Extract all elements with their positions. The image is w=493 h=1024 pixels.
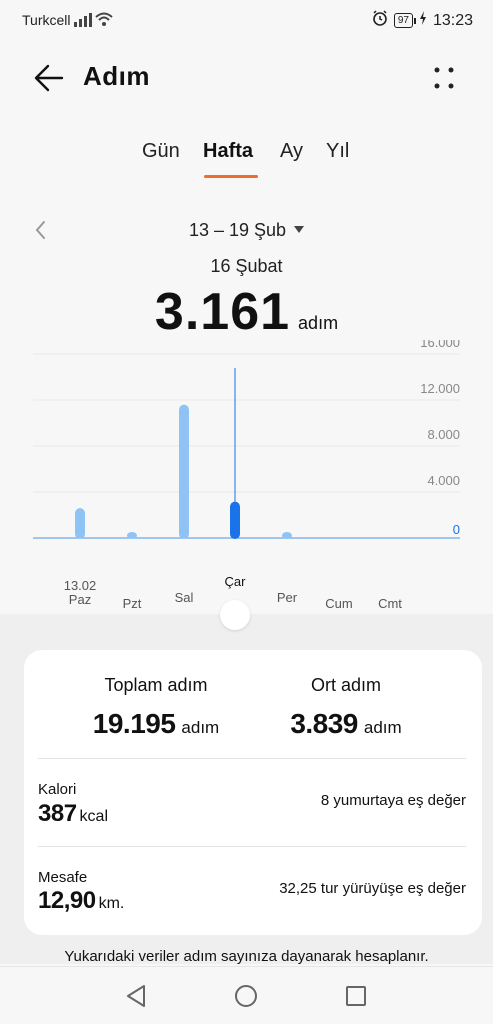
x-category-label[interactable]: Çar <box>225 574 247 589</box>
charging-icon <box>419 11 427 30</box>
average-steps-label: Ort adım <box>310 675 381 695</box>
x-category-label[interactable]: Per <box>277 590 298 605</box>
page-title: Adım <box>83 61 150 91</box>
x-category-label[interactable]: Cum <box>325 596 352 611</box>
y-tick-label: 8.000 <box>427 427 460 442</box>
more-options-button[interactable] <box>431 64 459 92</box>
y-tick-label: 16.000 <box>420 340 460 350</box>
nav-home-button[interactable] <box>233 983 259 1009</box>
wifi-icon <box>95 12 113 26</box>
recents-square-icon <box>346 986 366 1006</box>
summary-card: Toplam adım 19.195 adım Ort adım 3.839 adı… <box>24 650 482 935</box>
signal-icon <box>74 11 116 30</box>
distance-equivalent: 32,25 tur yürüyüşe eş değer <box>279 880 466 897</box>
y-tick-label: 0 <box>453 522 460 537</box>
battery-icon: 97 <box>393 13 417 28</box>
nav-back-button[interactable] <box>124 983 150 1009</box>
x-category-label[interactable]: Sal <box>175 590 194 605</box>
tab-month[interactable]: Ay <box>280 140 303 163</box>
chart-bar[interactable] <box>75 508 85 539</box>
date-range-selector[interactable]: 13 – 19 Şub <box>188 220 305 240</box>
system-nav-bar <box>0 966 493 1024</box>
distance-unit: km. <box>98 895 125 912</box>
average-steps-unit: adım <box>363 718 402 737</box>
selected-step-count: 3.161 adım <box>0 282 493 342</box>
calories-label: Kalori <box>38 781 77 798</box>
x-category-label[interactable]: Pzt <box>123 596 142 611</box>
dropdown-triangle-icon <box>294 226 305 233</box>
date-range: 13 – 19 Şub <box>0 220 493 241</box>
nav-recents-button[interactable] <box>343 983 369 1009</box>
status-time: 13:23 <box>432 11 473 29</box>
steps-bar-chart[interactable]: 0 4.000 8.000 12.000 16.000 13.02 Paz Pzt Sal Çar… <box>0 340 493 620</box>
back-button[interactable] <box>32 62 66 96</box>
date-range-label: 13 – 19 Şub <box>188 220 287 240</box>
distance-label: Mesafe <box>38 869 88 886</box>
tab-day[interactable]: Gün <box>142 140 180 163</box>
status-bar: Turkcell 97 13:23 <box>0 0 493 40</box>
calories-value: 387 <box>38 800 77 827</box>
average-steps: Ort adım 3.839 adım <box>246 675 446 740</box>
chart-drag-handle[interactable] <box>220 600 250 630</box>
total-steps-unit: adım <box>181 718 220 737</box>
calories-equivalent: 8 yumurtaya eş değer <box>320 792 466 809</box>
arrow-left-icon <box>34 64 64 92</box>
carrier-name: Turkcell <box>22 12 71 28</box>
chart-bar[interactable] <box>282 532 292 539</box>
more-dots-icon <box>434 67 454 89</box>
chart-bar[interactable] <box>179 404 189 539</box>
tab-year[interactable]: Yıl <box>326 140 349 163</box>
total-steps-label: Toplam adım <box>104 675 208 695</box>
calories-unit: kcal <box>79 808 108 825</box>
alarm-icon <box>372 10 388 31</box>
distance-value-block: 12,90 km. <box>38 887 124 915</box>
data-footnote: Yukarıdaki veriler adım sayınıza dayanar… <box>64 948 429 965</box>
week-start-date-label: 13.02 <box>64 578 97 593</box>
step-count-unit: adım <box>298 313 339 333</box>
back-triangle-icon <box>127 985 145 1007</box>
distance-value: 12,90 <box>38 887 96 914</box>
divider <box>38 846 466 847</box>
period-tabs: Gün Hafta Ay Yıl <box>0 140 493 180</box>
y-tick-label: 4.000 <box>427 473 460 488</box>
step-count-value: 3.161 <box>154 283 291 341</box>
calories-value-block: 387 kcal <box>38 800 108 828</box>
divider <box>38 758 466 759</box>
active-tab-indicator <box>204 175 258 178</box>
chart-bar[interactable] <box>127 532 137 539</box>
tab-week[interactable]: Hafta <box>203 140 253 163</box>
total-steps-value: 19.195 <box>92 708 176 739</box>
total-steps: Toplam adım 19.195 adım <box>56 675 256 740</box>
y-tick-label: 12.000 <box>420 381 460 396</box>
home-circle-icon <box>235 985 257 1007</box>
x-category-label[interactable]: Cmt <box>378 596 402 611</box>
x-category-label[interactable]: Paz <box>69 592 91 607</box>
average-steps-value: 3.839 <box>290 708 358 739</box>
selected-day-label: 16 Şubat <box>210 256 283 276</box>
app-header: Adım <box>0 52 493 104</box>
